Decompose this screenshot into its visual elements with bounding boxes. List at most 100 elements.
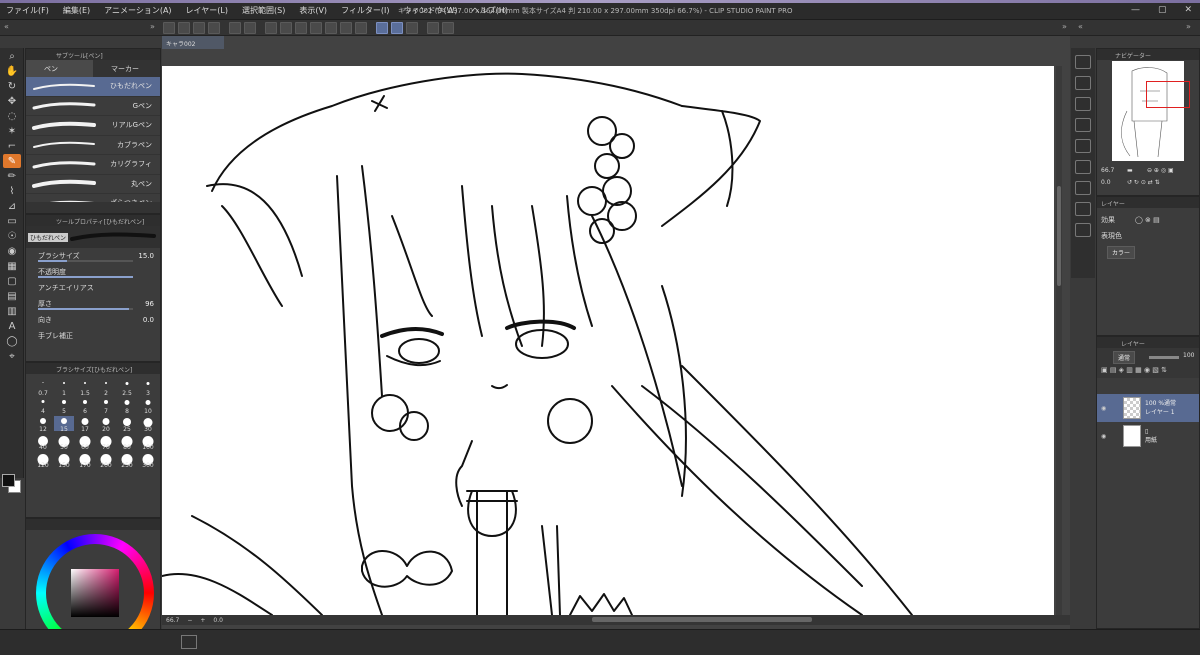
- layer-opacity-slider[interactable]: [1149, 356, 1179, 359]
- loading-icon[interactable]: [265, 22, 277, 34]
- menu-animation[interactable]: アニメーション(A): [104, 5, 171, 16]
- property-slider[interactable]: [38, 260, 133, 262]
- property-value[interactable]: 0.0: [143, 316, 154, 324]
- zoom-icon[interactable]: ⌕: [3, 49, 21, 63]
- zoom-in-icon[interactable]: +: [200, 617, 205, 624]
- brush-size-preset[interactable]: 4: [33, 398, 53, 415]
- crop-icon[interactable]: [340, 22, 352, 34]
- main-color-chip[interactable]: [2, 474, 15, 487]
- brush-size-preset[interactable]: 200: [96, 452, 116, 469]
- canvas-tab[interactable]: キャラ002: [162, 36, 224, 49]
- property-slider[interactable]: [38, 276, 133, 278]
- brush-size-preset[interactable]: 0.7: [33, 380, 53, 397]
- blend-mode-select[interactable]: 通常: [1113, 351, 1136, 364]
- brush-icon[interactable]: ⌇: [3, 184, 21, 198]
- angle-readout[interactable]: 0.0: [213, 617, 223, 624]
- magic-wand-icon[interactable]: ✶: [3, 124, 21, 138]
- property-value[interactable]: 15.0: [138, 252, 154, 260]
- deselect-icon[interactable]: [325, 22, 337, 34]
- brush-size-preset[interactable]: 40: [33, 434, 53, 451]
- ruler-icon[interactable]: ▥: [3, 304, 21, 318]
- zoom-readout[interactable]: 66.7: [166, 617, 179, 624]
- menu-layer[interactable]: レイヤー(L): [186, 5, 228, 16]
- vertical-scroll-thumb[interactable]: [1057, 186, 1061, 286]
- maximize-button[interactable]: ▢: [1158, 5, 1167, 15]
- brush-size-preset[interactable]: 20: [96, 416, 116, 433]
- effect-toggle-icons[interactable]: ◯ ⊗ ▤: [1135, 216, 1160, 224]
- fill-icon[interactable]: ◉: [3, 244, 21, 258]
- select-invert-icon[interactable]: [355, 22, 367, 34]
- brush-size-preset[interactable]: 3: [138, 380, 158, 397]
- property-row[interactable]: 不透明度: [26, 264, 160, 280]
- drawing-canvas[interactable]: [162, 66, 1054, 615]
- menu-file[interactable]: ファイル(F): [6, 5, 49, 16]
- property-row[interactable]: アンチエイリアス: [26, 280, 160, 296]
- blend-icon[interactable]: ☉: [3, 229, 21, 243]
- menu-edit[interactable]: 編集(E): [63, 5, 90, 16]
- help-icon[interactable]: [442, 22, 454, 34]
- text-icon[interactable]: A: [3, 319, 21, 333]
- transform-icon[interactable]: [310, 22, 322, 34]
- nav-rotate-buttons-icon[interactable]: ↺ ↻ ⊙ ⇄ ⇅: [1127, 179, 1160, 186]
- shape-icon[interactable]: ▢: [3, 274, 21, 288]
- layer-row-1[interactable]: ◉ 100 %通常 レイヤー 1: [1097, 394, 1199, 422]
- snap-grid-icon[interactable]: [406, 22, 418, 34]
- brush-item[interactable]: カリグラフィ: [26, 155, 160, 175]
- property-row[interactable]: 手ブレ補正: [26, 328, 160, 344]
- copy-icon[interactable]: [1075, 181, 1091, 195]
- brush-item[interactable]: 丸ペン: [26, 175, 160, 194]
- clear-icon[interactable]: [280, 22, 292, 34]
- correction-icon[interactable]: ⌖: [3, 349, 21, 363]
- collapse-left-panel-icon[interactable]: »: [150, 22, 155, 31]
- brush-size-preset[interactable]: 8: [117, 398, 137, 415]
- menu-filter[interactable]: フィルター(I): [341, 5, 389, 16]
- open-file-icon[interactable]: [178, 22, 190, 34]
- collapse-right-panel-icon[interactable]: «: [1078, 22, 1083, 31]
- material-folder-icon[interactable]: [1075, 139, 1091, 153]
- brush-size-preset[interactable]: 2.5: [117, 380, 137, 397]
- vertical-scrollbar[interactable]: [1056, 66, 1062, 615]
- eyedropper-icon[interactable]: ⌐: [3, 139, 21, 153]
- brush-size-preset[interactable]: 300: [138, 452, 158, 469]
- brush-size-preset[interactable]: 17: [75, 416, 95, 433]
- airbrush-icon[interactable]: ⊿: [3, 199, 21, 213]
- saturation-value-square[interactable]: [71, 569, 119, 617]
- tab-pen[interactable]: ペン: [26, 60, 93, 77]
- tab-layer-property[interactable]: レイヤー: [1101, 199, 1125, 208]
- brush-size-preset[interactable]: 100: [138, 434, 158, 451]
- brush-size-preset[interactable]: 60: [75, 434, 95, 451]
- export-icon[interactable]: [208, 22, 220, 34]
- display-color-select[interactable]: カラー: [1107, 245, 1136, 259]
- save-icon[interactable]: [193, 22, 205, 34]
- nav-zoom-buttons-icon[interactable]: ⊖ ⊕ ◎ ▣: [1147, 167, 1174, 174]
- import-icon[interactable]: [1075, 202, 1091, 216]
- brush-item[interactable]: Gペン: [26, 97, 160, 116]
- collapse-right-icon[interactable]: »: [1062, 22, 1067, 31]
- hand-icon[interactable]: ✋: [3, 64, 21, 78]
- layer-action-icons[interactable]: ▣ ▤ ◈ ▥ ▦ ◉ ▧ ⇅: [1101, 366, 1167, 374]
- snap-ruler-icon[interactable]: [376, 22, 388, 34]
- navigator-thumbnail[interactable]: [1112, 61, 1190, 161]
- brush-size-preset[interactable]: 70: [96, 434, 116, 451]
- tab-marker[interactable]: マーカー: [93, 60, 160, 77]
- snap-special-ruler-icon[interactable]: [391, 22, 403, 34]
- fill-icon[interactable]: [295, 22, 307, 34]
- pen-icon[interactable]: ✎: [3, 154, 21, 168]
- material-close-icon[interactable]: [1075, 118, 1091, 132]
- property-row[interactable]: 向き 0.0: [26, 312, 160, 328]
- rotate-icon[interactable]: ↻: [3, 79, 21, 93]
- camera-icon[interactable]: [1075, 160, 1091, 174]
- visibility-eye-icon[interactable]: ◉: [1101, 433, 1111, 440]
- nav-zoom-slider-icon[interactable]: ▬: [1127, 167, 1133, 174]
- lasso-icon[interactable]: ◌: [3, 109, 21, 123]
- brush-item[interactable]: ひもだれペン: [26, 77, 160, 97]
- collapse-left-icon[interactable]: «: [4, 22, 9, 31]
- brush-size-preset[interactable]: 150: [54, 452, 74, 469]
- brush-size-preset[interactable]: 10: [138, 398, 158, 415]
- brush-size-preset[interactable]: 250: [117, 452, 137, 469]
- brush-size-preset[interactable]: 30: [138, 416, 158, 433]
- brush-item[interactable]: リアルGペン: [26, 116, 160, 136]
- navigator-icon[interactable]: [1075, 55, 1091, 69]
- balloon-icon[interactable]: ◯: [3, 334, 21, 348]
- brush-size-preset[interactable]: 25: [117, 416, 137, 433]
